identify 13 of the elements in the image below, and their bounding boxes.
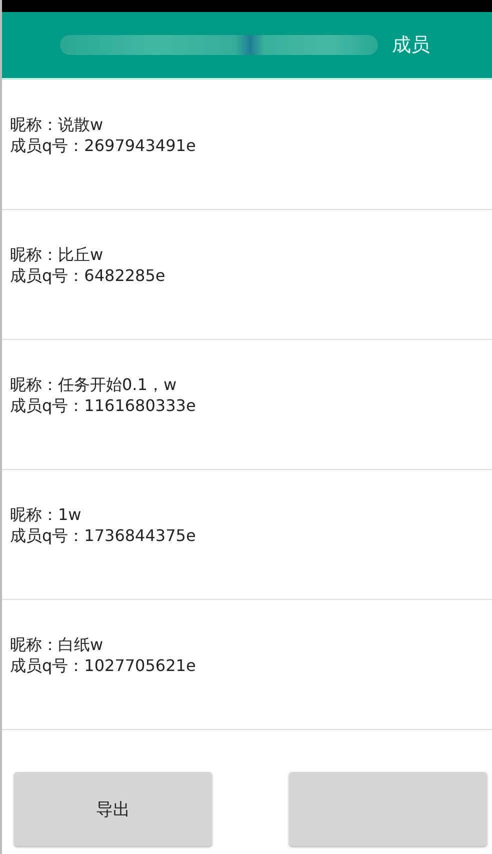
action-button[interactable]: 导出	[14, 772, 212, 846]
action-button[interactable]	[289, 772, 487, 846]
member-qq: 成员q号：6482285e	[10, 265, 166, 286]
member-nickname: 昵称：说散w	[10, 114, 104, 135]
member-qq: 成员q号：1736844375e	[10, 525, 196, 546]
member-nickname: 昵称：白纸w	[10, 634, 104, 655]
member-nickname: 昵称：1w	[10, 504, 82, 525]
header-title: 成员	[392, 33, 430, 58]
member-nickname: 昵称：任务开始0.1，w	[10, 374, 177, 395]
member-qq: 成员q号：2697943491e	[10, 135, 196, 156]
member-qq: 成员q号：1161680333e	[10, 395, 196, 416]
member-nickname: 昵称：比丘w	[10, 244, 104, 265]
member-qq: 成员q号：1027705621e	[10, 655, 196, 676]
